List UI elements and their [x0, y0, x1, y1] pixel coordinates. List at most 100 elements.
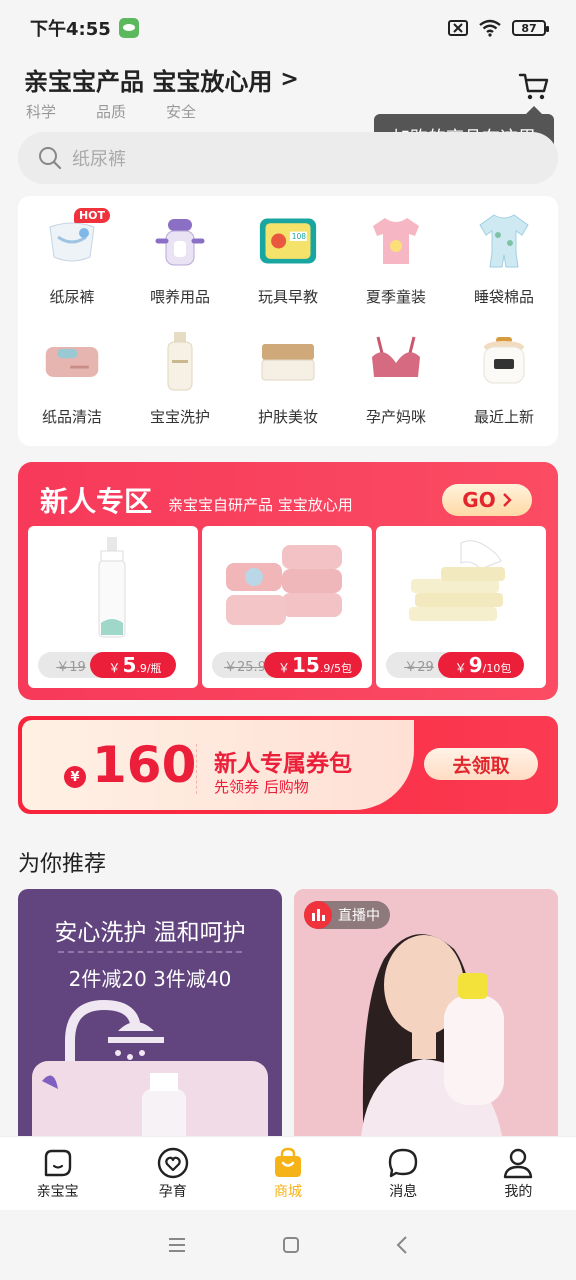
tab-parenting[interactable]: 孕育: [115, 1137, 230, 1210]
price-tag: ￥25.9 ￥ 15.9/5包: [212, 652, 363, 678]
category-label: 纸品清洁: [41, 408, 102, 426]
app-notification-icon: [118, 18, 139, 38]
brand-tags: 科学 品质 安全: [24, 101, 299, 122]
tab-label: 我的: [504, 1183, 533, 1200]
toy-book-icon: 108: [258, 210, 318, 272]
price-value: 15: [292, 653, 320, 677]
cart-icon[interactable]: [518, 72, 550, 102]
coupon-title: 新人专属券包: [214, 751, 352, 777]
category-label: 最近上新: [473, 408, 534, 426]
sale-price: ￥ 15.9/5包: [264, 652, 363, 678]
go-label: GO: [462, 488, 496, 512]
hot-badge: HOT: [73, 208, 110, 223]
sale-price: ￥ 9/10包: [438, 652, 524, 678]
category-baby-care[interactable]: 宝宝洗护: [126, 330, 234, 446]
wipes-pack-icon: [42, 330, 102, 392]
spray-bottle-image: [28, 534, 198, 644]
chevron-right-icon: [502, 493, 512, 507]
wipes-stack-image: [202, 534, 372, 644]
coupon-banner[interactable]: ¥ 160 新人专属券包 先领券 后购物 去领取: [18, 716, 558, 814]
category-wipes[interactable]: 纸品清洁: [18, 330, 126, 446]
back-arrow-icon[interactable]: [395, 1235, 409, 1255]
category-label: 喂养用品: [149, 288, 210, 306]
sale-price: ￥ 5.9/瓶: [90, 652, 176, 678]
romper-icon: [474, 210, 534, 272]
category-label: 纸尿裤: [49, 288, 95, 306]
category-new-arrivals[interactable]: 最近上新: [450, 330, 558, 446]
category-label: 夏季童装: [365, 288, 426, 306]
battery-indicator: 87: [512, 20, 549, 36]
status-icons: 87: [448, 19, 549, 37]
tab-messages[interactable]: 消息: [346, 1137, 461, 1210]
svg-text:108: 108: [292, 232, 307, 241]
brand-slogan-link[interactable]: 亲宝宝产品 宝宝放心用 >: [24, 62, 299, 97]
cooker-icon: [474, 330, 534, 392]
coupon-body: ¥ 160 新人专属券包 先领券 后购物: [22, 720, 414, 810]
menu-icon[interactable]: [167, 1237, 187, 1253]
category-toys[interactable]: 108 玩具早教: [234, 210, 342, 326]
price-value: 5: [122, 653, 137, 677]
price-value: 9: [468, 653, 483, 677]
category-feeding[interactable]: 喂养用品: [126, 210, 234, 326]
category-skincare[interactable]: 护肤美妆: [234, 330, 342, 446]
chat-bubble-icon: [389, 1148, 418, 1177]
status-time: 下午4:55: [30, 19, 111, 40]
recommend-title: 为你推荐: [18, 852, 107, 877]
face-icon: [44, 1149, 71, 1176]
tab-label: 孕育: [158, 1183, 187, 1200]
currency-symbol: ￥: [278, 661, 291, 675]
nursing-bra-icon: [366, 330, 426, 392]
tab-label: 亲宝宝: [36, 1183, 79, 1200]
category-diapers[interactable]: HOT 纸尿裤: [18, 208, 126, 326]
recommend-card-live[interactable]: 直播中: [294, 889, 558, 1149]
tab-mall[interactable]: 商城: [230, 1137, 345, 1210]
currency-symbol: ￥: [108, 661, 121, 675]
status-bar: 下午4:55 87: [0, 0, 576, 56]
shower-bath-illustration: [32, 999, 268, 1149]
tab-profile[interactable]: 我的: [461, 1137, 576, 1210]
coupon-amount: 160: [92, 736, 197, 794]
price-unit: /10包: [482, 662, 512, 675]
product-card[interactable]: ￥25.9 ￥ 15.9/5包: [202, 526, 372, 688]
new-user-zone-subtitle: 亲宝宝自研产品 宝宝放心用: [168, 496, 353, 514]
category-summer-wear[interactable]: 夏季童装: [342, 210, 450, 326]
wifi-icon: [479, 19, 501, 37]
go-button[interactable]: GO: [442, 484, 532, 516]
diaper-icon: HOT: [42, 208, 110, 272]
home-square-icon[interactable]: [281, 1235, 301, 1255]
category-sleepwear[interactable]: 睡袋棉品: [450, 210, 558, 326]
promo-divider: [58, 951, 242, 953]
category-label: 孕产妈咪: [365, 408, 426, 426]
promo-headline: 安心洗护 温和呵护: [54, 920, 246, 946]
lotion-bottle-icon: [150, 330, 210, 392]
category-label: 睡袋棉品: [473, 288, 534, 306]
live-label: 直播中: [338, 908, 380, 924]
search-icon: [39, 147, 62, 170]
tab-label: 消息: [389, 1183, 418, 1200]
category-maternity[interactable]: 孕产妈咪: [342, 330, 450, 446]
category-label: 玩具早教: [257, 288, 318, 306]
price-tag: ￥29 ￥ 9/10包: [386, 652, 524, 678]
search-bar[interactable]: 纸尿裤: [18, 132, 558, 184]
tab-home[interactable]: 亲宝宝: [0, 1137, 115, 1210]
coupon-divider: [196, 744, 197, 794]
product-card[interactable]: ￥19 ￥ 5.9/瓶: [28, 526, 198, 688]
brand-tag: 安全: [166, 103, 197, 121]
coupon-subtitle: 先领券 后购物: [214, 778, 309, 796]
claim-coupon-button[interactable]: 去领取: [424, 748, 538, 780]
live-icon: [304, 901, 332, 929]
currency-symbol: ￥: [454, 661, 467, 675]
sippy-cup-icon: [150, 210, 210, 272]
new-user-products: ￥19 ￥ 5.9/瓶 ￥25.9 ￥ 15.9/5包 ￥29 ￥ 9 /10包: [28, 526, 546, 688]
shopping-bag-icon: [275, 1147, 301, 1177]
category-grid: HOT 纸尿裤 喂养用品 108 玩具早教 夏季童装 睡袋棉品 纸品清洁 宝宝洗…: [18, 196, 558, 446]
product-card[interactable]: ￥29 ￥ 9/10包: [376, 526, 546, 688]
bottom-tab-bar: 亲宝宝 孕育 商城 消息 我的: [0, 1136, 576, 1210]
tshirt-icon: [366, 210, 426, 272]
coupon-currency: ¥: [64, 766, 86, 788]
cream-jar-icon: [258, 330, 318, 392]
brand-slogan: 亲宝宝产品 宝宝放心用: [24, 68, 273, 96]
recommend-card-promo[interactable]: 安心洗护 温和呵护 2件减20 3件减40: [18, 889, 282, 1149]
system-nav-bar: [0, 1210, 576, 1280]
price-tag: ￥19 ￥ 5.9/瓶: [38, 652, 176, 678]
